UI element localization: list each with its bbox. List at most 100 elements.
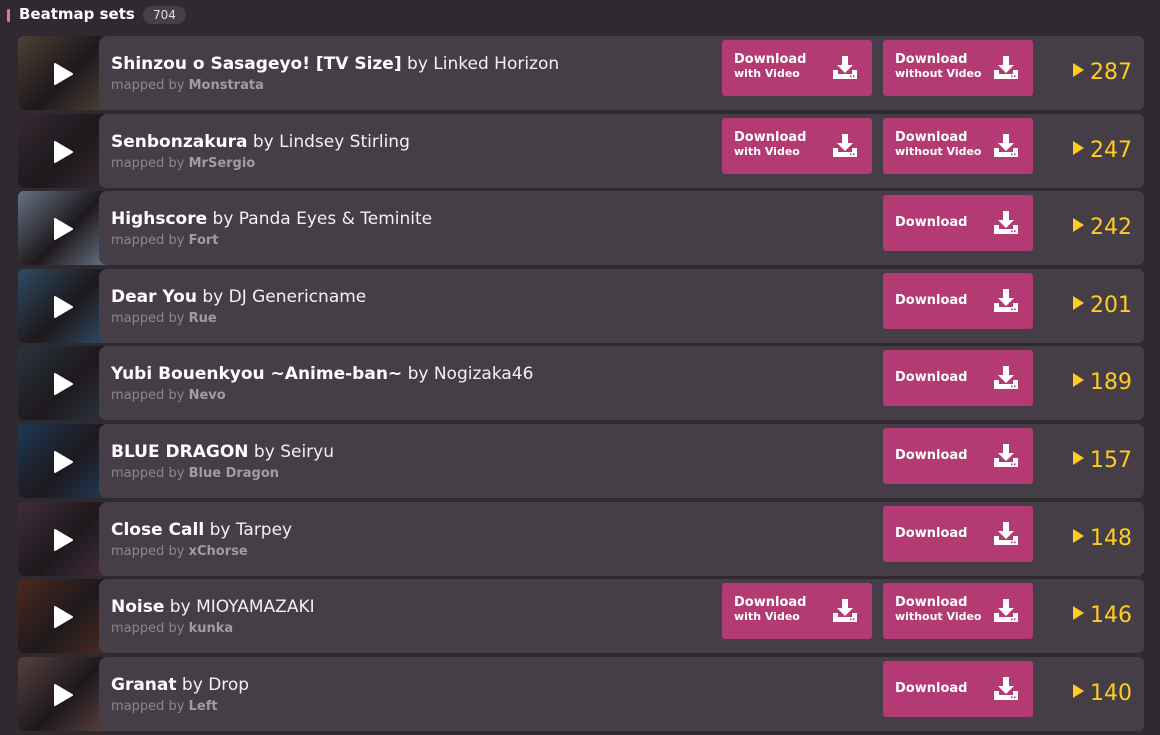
cover-thumbnail[interactable] [18, 346, 106, 420]
play-count-value: 148 [1090, 526, 1132, 551]
play-icon[interactable] [52, 605, 74, 629]
mapper-name[interactable]: MrSergio [189, 156, 256, 171]
mapped-by-label: mapped by [111, 699, 185, 714]
cover-thumbnail[interactable] [18, 579, 106, 653]
beatmap-title[interactable]: Highscore by Panda Eyes & Teminite [111, 209, 432, 229]
play-count: 146 [1073, 603, 1132, 628]
cover-thumbnail[interactable] [18, 36, 106, 110]
play-count: 201 [1073, 293, 1132, 318]
play-count-icon [1073, 296, 1084, 310]
song-title: Noise [111, 597, 165, 617]
mapper-line: mapped by Blue Dragon [111, 466, 279, 481]
mapped-by-label: mapped by [111, 544, 185, 559]
cover-thumbnail[interactable] [18, 502, 106, 576]
play-icon[interactable] [52, 683, 74, 707]
download-with-video-button[interactable]: Download with Video [722, 118, 872, 174]
download-button[interactable]: Download [883, 661, 1033, 717]
cover-thumbnail[interactable] [18, 191, 106, 265]
beatmap-title[interactable]: Close Call by Tarpey [111, 520, 292, 540]
mapped-by-label: mapped by [111, 311, 185, 326]
download-button[interactable]: Download [883, 350, 1033, 406]
beatmap-row[interactable]: Highscore by Panda Eyes & Teminite mapped… [18, 191, 1144, 265]
mapper-line: mapped by Rue [111, 311, 217, 326]
beatmap-row[interactable]: Senbonzakura by Lindsey Stirling mapped b… [18, 114, 1144, 188]
play-icon[interactable] [52, 372, 74, 396]
play-icon[interactable] [52, 217, 74, 241]
download-without-video-button[interactable]: Download without Video [883, 118, 1033, 174]
song-title: Dear You [111, 287, 197, 307]
download-label: Download [734, 130, 807, 145]
section-header: Beatmap sets 704 [0, 0, 1160, 32]
mapper-name[interactable]: Left [189, 699, 218, 714]
artist-name: Panda Eyes & Teminite [238, 209, 433, 229]
cover-thumbnail[interactable] [18, 114, 106, 188]
accent-bar [7, 9, 10, 22]
mapper-name[interactable]: xChorse [189, 544, 248, 559]
beatmap-title[interactable]: Dear You by DJ Genericname [111, 287, 366, 307]
mapped-by-label: mapped by [111, 233, 185, 248]
download-with-video-button[interactable]: Download with Video [722, 40, 872, 96]
download-icon [832, 598, 858, 624]
play-count: 287 [1073, 60, 1132, 85]
beatmap-row[interactable]: Dear You by DJ Genericname mapped by Rue D… [18, 269, 1144, 343]
play-icon[interactable] [52, 450, 74, 474]
download-without-video-button[interactable]: Download without Video [883, 40, 1033, 96]
download-without-video-button[interactable]: Download without Video [883, 583, 1033, 639]
play-count-icon [1073, 63, 1084, 77]
without-video-label: without Video [895, 67, 982, 80]
cover-thumbnail[interactable] [18, 657, 106, 731]
play-count-value: 201 [1090, 293, 1132, 318]
beatmap-title[interactable]: Yubi Bouenkyou ~Anime-ban~ by Nogizaka46 [111, 364, 533, 384]
beatmap-row[interactable]: Yubi Bouenkyou ~Anime-ban~ by Nogizaka46… [18, 346, 1144, 420]
beatmap-title[interactable]: Granat by Drop [111, 675, 249, 695]
beatmap-row[interactable]: BLUE DRAGON by Seiryu mapped by Blue Drag… [18, 424, 1144, 498]
beatmap-title[interactable]: Shinzou o Sasageyo! [TV Size] by Linked … [111, 54, 559, 74]
beatmap-info: Noise by MIOYAMAZAKI mapped by kunka [99, 579, 739, 653]
beatmap-row[interactable]: Close Call by Tarpey mapped by xChorse Dow… [18, 502, 1144, 576]
play-icon[interactable] [52, 62, 74, 86]
mapper-line: mapped by Left [111, 699, 218, 714]
download-button[interactable]: Download [883, 506, 1033, 562]
download-button[interactable]: Download [883, 273, 1033, 329]
mapper-name[interactable]: Nevo [189, 388, 226, 403]
beatmap-title[interactable]: Senbonzakura by Lindsey Stirling [111, 132, 410, 152]
play-count-icon [1073, 529, 1084, 543]
beatmap-row[interactable]: Noise by MIOYAMAZAKI mapped by kunka Downl… [18, 579, 1144, 653]
download-label: Download [895, 130, 968, 145]
mapper-name[interactable]: Rue [189, 311, 217, 326]
download-button[interactable]: Download [883, 428, 1033, 484]
mapper-name[interactable]: Blue Dragon [189, 466, 279, 481]
beatmap-title[interactable]: BLUE DRAGON by Seiryu [111, 442, 334, 462]
artist-name: Seiryu [280, 442, 334, 462]
download-icon [832, 55, 858, 81]
download-icon [993, 288, 1019, 314]
beatmap-row[interactable]: Granat by Drop mapped by Left Download 140 [18, 657, 1144, 731]
play-count-value: 242 [1090, 215, 1132, 240]
cover-thumbnail[interactable] [18, 269, 106, 343]
play-icon[interactable] [52, 528, 74, 552]
artist-name: Tarpey [235, 520, 293, 540]
mapper-name[interactable]: Monstrata [189, 78, 264, 93]
by-label: by [407, 54, 428, 74]
mapper-name[interactable]: Fort [189, 233, 219, 248]
play-count: 140 [1073, 681, 1132, 706]
set-count-badge: 704 [143, 6, 186, 24]
download-icon [993, 55, 1019, 81]
play-count-value: 247 [1090, 138, 1132, 163]
download-with-video-button[interactable]: Download with Video [722, 583, 872, 639]
play-icon[interactable] [52, 295, 74, 319]
mapped-by-label: mapped by [111, 466, 185, 481]
mapped-by-label: mapped by [111, 156, 185, 171]
mapper-name[interactable]: kunka [189, 621, 234, 636]
beatmap-row[interactable]: Shinzou o Sasageyo! [TV Size] by Linked … [18, 36, 1144, 110]
play-count-icon [1073, 606, 1084, 620]
cover-thumbnail[interactable] [18, 424, 106, 498]
download-button[interactable]: Download [883, 195, 1033, 251]
play-icon[interactable] [52, 140, 74, 164]
download-icon [993, 133, 1019, 159]
mapped-by-label: mapped by [111, 621, 185, 636]
song-title: BLUE DRAGON [111, 442, 249, 462]
beatmap-title[interactable]: Noise by MIOYAMAZAKI [111, 597, 315, 617]
play-count: 242 [1073, 215, 1132, 240]
button-label: Download [895, 682, 967, 696]
